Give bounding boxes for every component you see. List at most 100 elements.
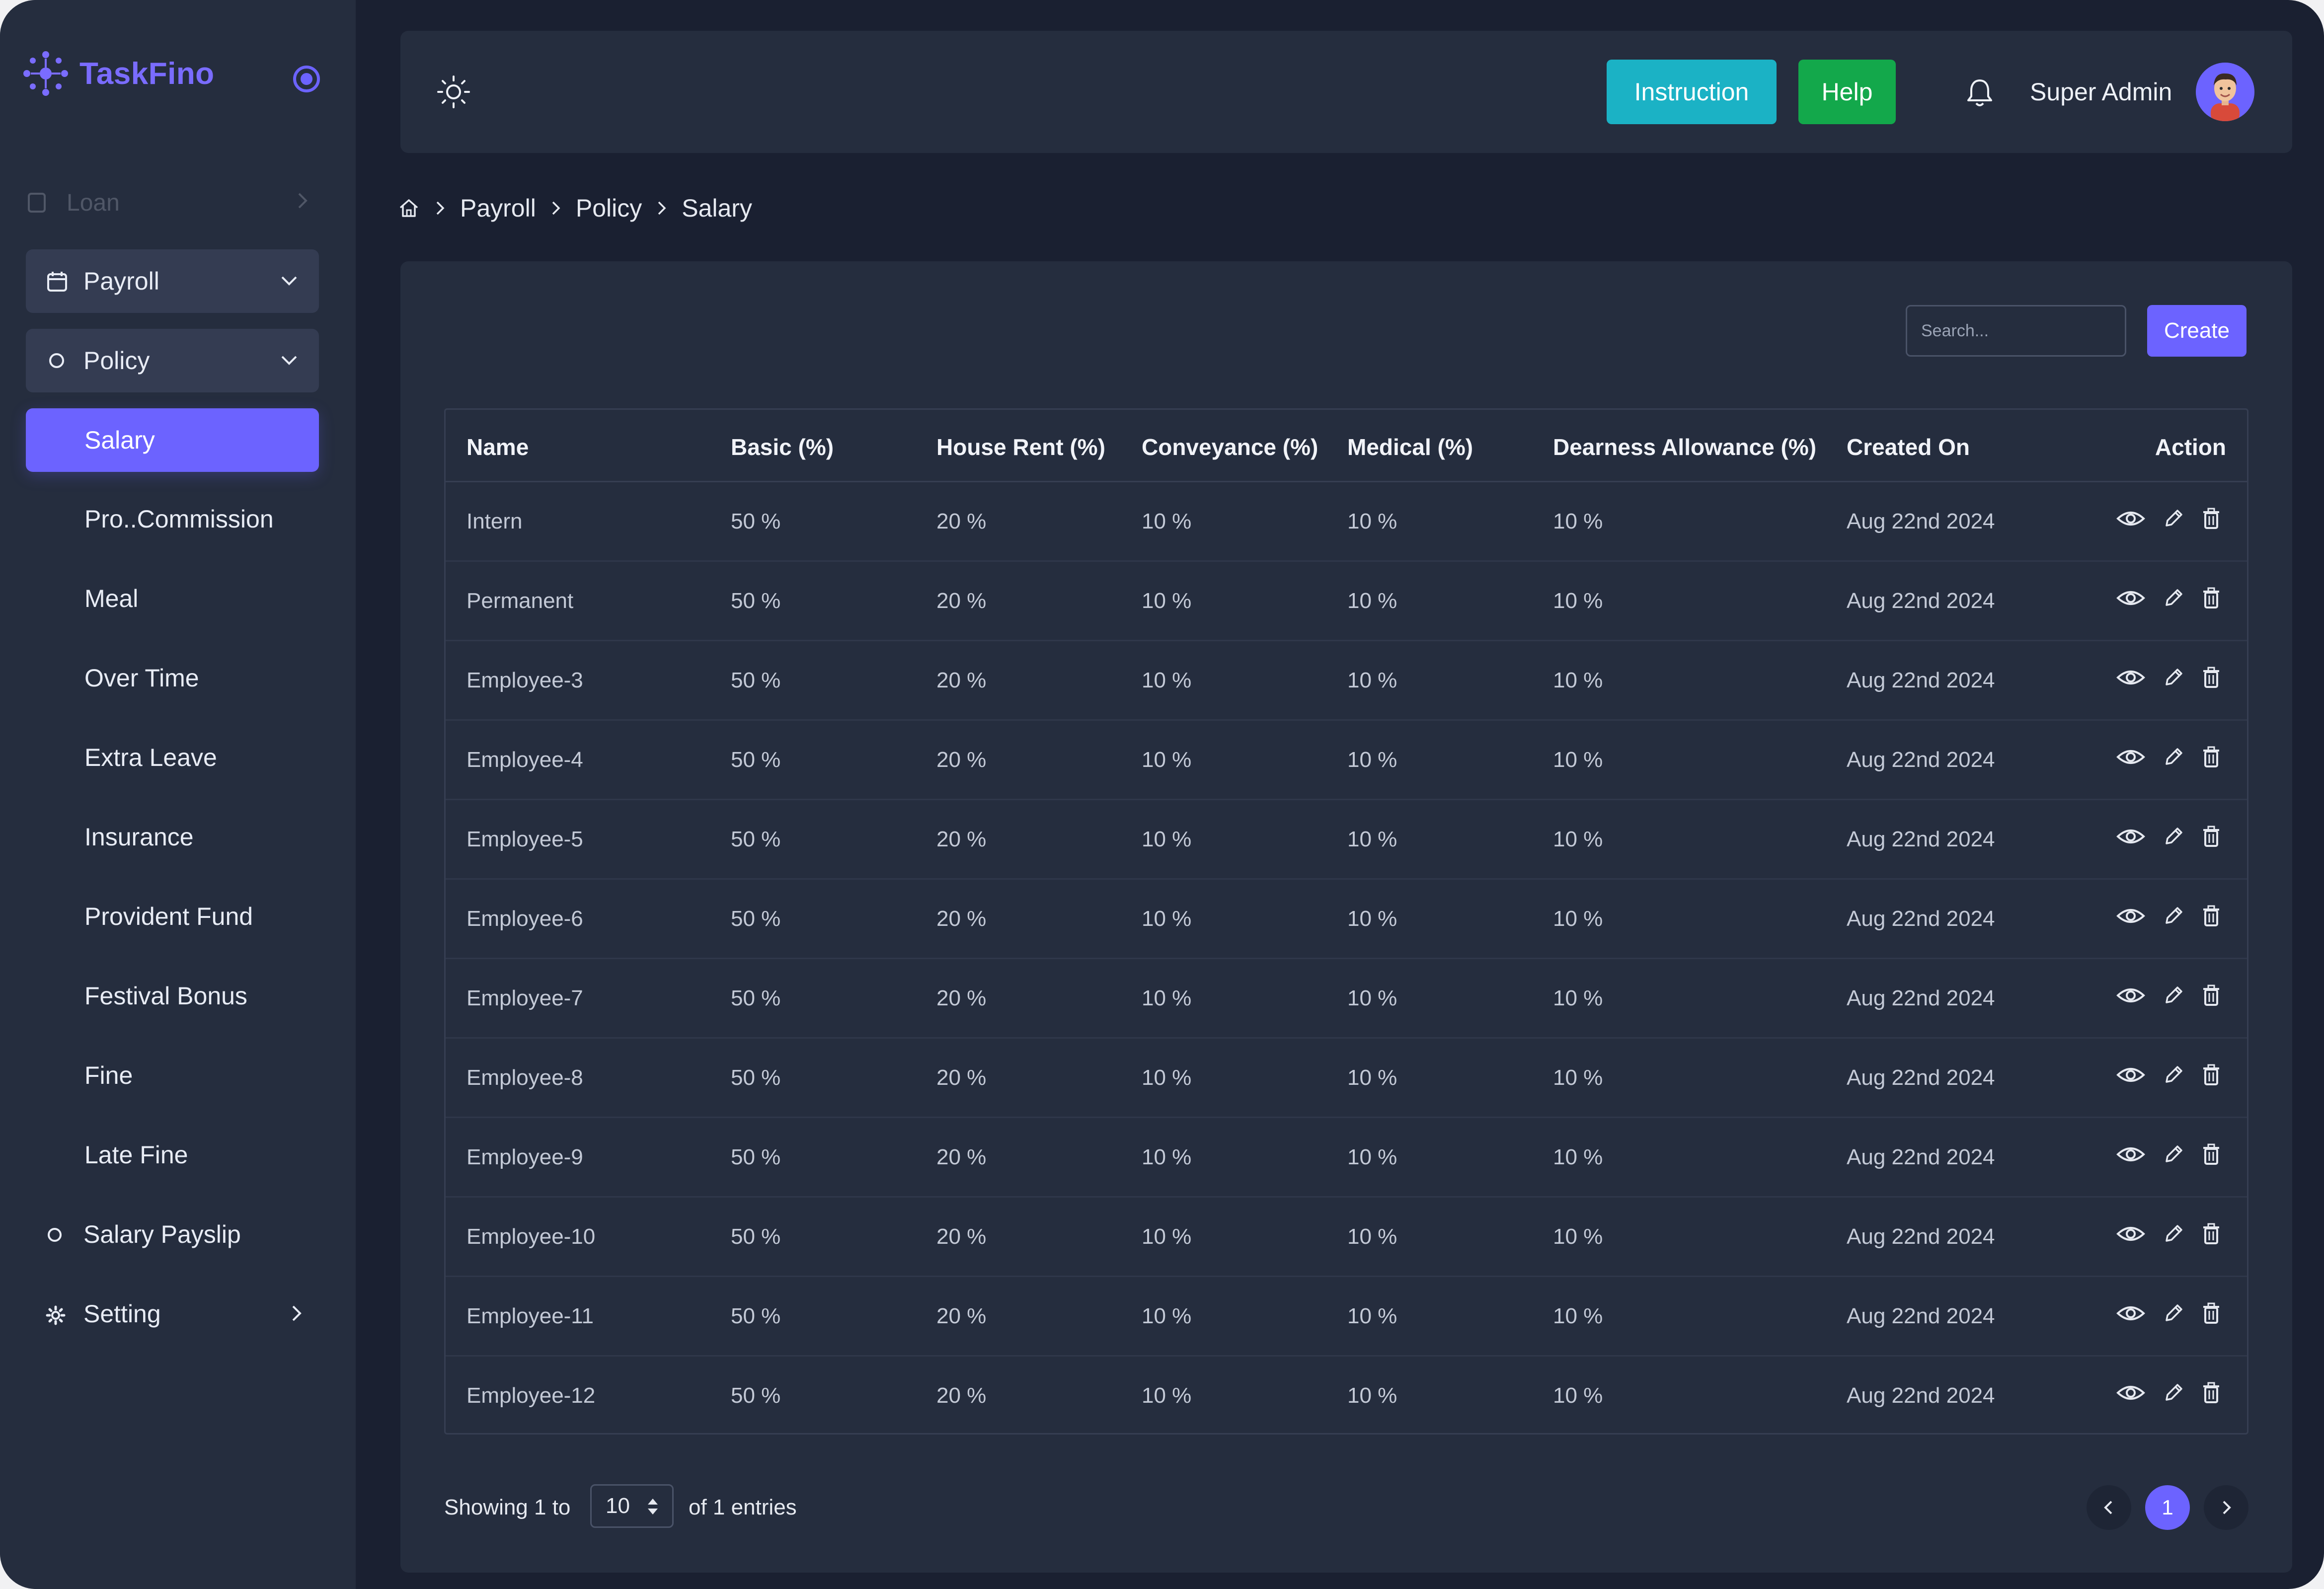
sidebar-item-loan[interactable]: Loan xyxy=(27,188,310,218)
breadcrumb-payroll[interactable]: Payroll xyxy=(460,194,536,223)
pencil-icon[interactable] xyxy=(2163,1382,2184,1404)
row-actions xyxy=(2099,984,2221,1007)
page-button-current[interactable]: 1 xyxy=(2145,1485,2190,1530)
calendar-icon xyxy=(47,272,67,292)
cell-medical: 10 % xyxy=(1347,1145,1397,1169)
create-button[interactable]: Create xyxy=(2147,305,2247,357)
trash-icon[interactable] xyxy=(2201,1143,2221,1166)
column-header-house-rent[interactable]: House Rent (%) xyxy=(936,434,1105,460)
trash-icon[interactable] xyxy=(2201,1381,2221,1404)
eye-icon[interactable] xyxy=(2116,1144,2146,1164)
eye-icon[interactable] xyxy=(2116,827,2146,846)
next-page-button[interactable] xyxy=(2204,1485,2248,1530)
sidebar-item-over-time[interactable]: Over Time xyxy=(84,664,199,692)
pencil-icon[interactable] xyxy=(2163,746,2184,768)
pencil-icon[interactable] xyxy=(2163,905,2184,927)
cell-house-rent: 20 % xyxy=(936,1145,987,1169)
sidebar-item-late-fine[interactable]: Late Fine xyxy=(84,1140,188,1169)
pencil-icon[interactable] xyxy=(2163,667,2184,688)
trash-icon[interactable] xyxy=(2201,666,2221,689)
pencil-icon[interactable] xyxy=(2163,1064,2184,1086)
pencil-icon[interactable] xyxy=(2163,984,2184,1006)
sidebar-toggle-icon[interactable] xyxy=(292,65,321,93)
cell-name: Employee-10 xyxy=(466,1224,596,1249)
per-page-select[interactable]: 10 xyxy=(590,1484,674,1528)
prev-page-button[interactable] xyxy=(2087,1485,2131,1530)
cell-medical: 10 % xyxy=(1347,1224,1397,1249)
eye-icon[interactable] xyxy=(2116,668,2146,687)
sidebar-item-pro-commission[interactable]: Pro..Commission xyxy=(84,505,274,533)
pencil-icon[interactable] xyxy=(2163,826,2184,847)
chevron-down-icon xyxy=(281,276,297,286)
cell-created-on: Aug 22nd 2024 xyxy=(1847,1145,1995,1169)
sidebar-item-policy[interactable]: Policy xyxy=(26,329,319,392)
sidebar-item-insurance[interactable]: Insurance xyxy=(84,823,194,851)
eye-icon[interactable] xyxy=(2116,747,2146,767)
trash-icon[interactable] xyxy=(2201,1222,2221,1245)
sidebar-item-setting[interactable]: Setting xyxy=(46,1299,304,1329)
trash-icon[interactable] xyxy=(2201,1302,2221,1325)
column-header-conveyance[interactable]: Conveyance (%) xyxy=(1142,434,1318,460)
sidebar-item-fine[interactable]: Fine xyxy=(84,1061,133,1090)
avatar[interactable] xyxy=(2196,63,2254,121)
sidebar-item-salary[interactable]: Salary xyxy=(26,408,319,472)
home-icon[interactable] xyxy=(397,197,420,220)
trash-icon[interactable] xyxy=(2201,507,2221,530)
bell-icon[interactable] xyxy=(1964,76,1995,109)
cell-medical: 10 % xyxy=(1347,1304,1397,1328)
eye-icon[interactable] xyxy=(2116,1383,2146,1403)
cell-name: Employee-5 xyxy=(466,827,583,851)
pencil-icon[interactable] xyxy=(2163,1302,2184,1324)
instruction-button[interactable]: Instruction xyxy=(1607,60,1777,124)
pencil-icon[interactable] xyxy=(2163,587,2184,609)
eye-icon[interactable] xyxy=(2116,1303,2146,1323)
cell-created-on: Aug 22nd 2024 xyxy=(1847,827,1995,851)
eye-icon[interactable] xyxy=(2116,1224,2146,1244)
eye-icon[interactable] xyxy=(2116,509,2146,529)
eye-icon[interactable] xyxy=(2116,1065,2146,1085)
table-row: Employee-8 50 % 20 % 10 % 10 % 10 % Aug 22nd 2… xyxy=(446,1039,2247,1118)
salary-policy-card: Create Name Basic (%) House Rent (%) Con… xyxy=(400,261,2292,1573)
column-header-medical[interactable]: Medical (%) xyxy=(1347,434,1473,460)
eye-icon[interactable] xyxy=(2116,985,2146,1005)
logo[interactable]: TaskFino xyxy=(21,49,215,98)
chevron-right-icon xyxy=(292,1305,302,1321)
cell-basic: 50 % xyxy=(731,1065,781,1090)
trash-icon[interactable] xyxy=(2201,825,2221,848)
column-header-dearness-allowance[interactable]: Dearness Allowance (%) xyxy=(1553,434,1816,460)
column-header-created-on[interactable]: Created On xyxy=(1847,434,1970,460)
sidebar-item-salary-payslip[interactable]: Salary Payslip xyxy=(46,1220,304,1250)
trash-icon[interactable] xyxy=(2201,984,2221,1007)
sidebar-item-provident-fund[interactable]: Provident Fund xyxy=(84,902,253,931)
cell-created-on: Aug 22nd 2024 xyxy=(1847,668,1995,692)
pencil-icon[interactable] xyxy=(2163,1143,2184,1165)
pencil-icon[interactable] xyxy=(2163,508,2184,530)
column-header-name[interactable]: Name xyxy=(466,434,529,460)
breadcrumb-policy[interactable]: Policy xyxy=(576,194,642,223)
cell-dearness-allowance: 10 % xyxy=(1553,1224,1603,1249)
theme-toggle-sun-icon[interactable] xyxy=(436,75,471,109)
sidebar-item-extra-leave[interactable]: Extra Leave xyxy=(84,743,217,772)
trash-icon[interactable] xyxy=(2201,905,2221,927)
user-name[interactable]: Super Admin xyxy=(2030,77,2172,106)
gear-icon xyxy=(46,1305,66,1325)
cell-name: Employee-3 xyxy=(466,668,583,692)
trash-icon[interactable] xyxy=(2201,1063,2221,1086)
help-button[interactable]: Help xyxy=(1798,60,1896,124)
cell-name: Employee-9 xyxy=(466,1145,583,1169)
cell-name: Employee-12 xyxy=(466,1383,596,1408)
eye-icon[interactable] xyxy=(2116,588,2146,608)
column-header-basic[interactable]: Basic (%) xyxy=(731,434,834,460)
table-row: Employee-12 50 % 20 % 10 % 10 % 10 % Aug 22nd … xyxy=(446,1357,2247,1433)
trash-icon[interactable] xyxy=(2201,587,2221,609)
cell-conveyance: 10 % xyxy=(1142,1383,1192,1408)
trash-icon[interactable] xyxy=(2201,746,2221,768)
sidebar-item-festival-bonus[interactable]: Festival Bonus xyxy=(84,982,247,1010)
eye-icon[interactable] xyxy=(2116,906,2146,926)
cell-dearness-allowance: 10 % xyxy=(1553,907,1603,931)
cell-created-on: Aug 22nd 2024 xyxy=(1847,1224,1995,1249)
pencil-icon[interactable] xyxy=(2163,1223,2184,1245)
search-input[interactable] xyxy=(1906,305,2126,357)
sidebar-item-meal[interactable]: Meal xyxy=(84,584,138,613)
sidebar-item-payroll[interactable]: Payroll xyxy=(26,249,319,313)
